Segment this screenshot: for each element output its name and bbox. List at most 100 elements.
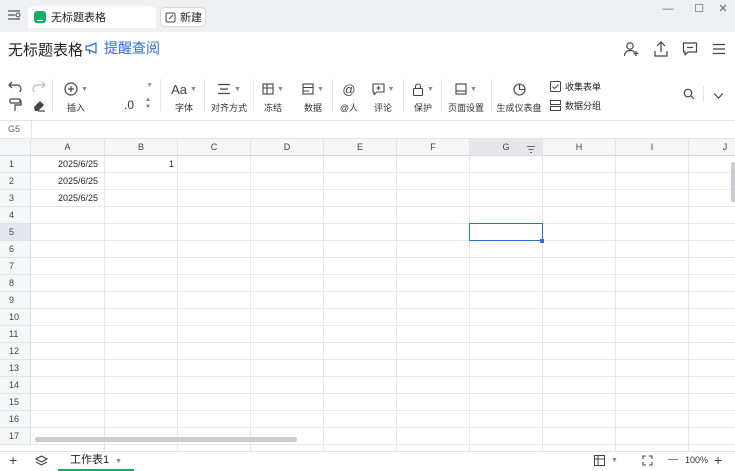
column-header-j[interactable]: J [689,139,735,156]
plus-circle-icon: ▼ [64,80,88,98]
spreadsheet-grid[interactable]: ABCDEFGHIJ 1 2 3 4 5 6 7 8 9 10 11 12 13 14 15 16 17 202… [0,139,735,451]
cell-a3[interactable]: 2025/6/25 [58,190,98,207]
protect-label: 保护 [413,103,432,113]
fill-handle[interactable] [540,239,544,243]
share-icon[interactable] [652,40,670,58]
column-header-a[interactable]: A [31,139,105,156]
sidebar-toggle-icon[interactable] [7,9,21,21]
row-header-12[interactable]: 12 [0,343,31,360]
document-title[interactable]: 无标题表格 [8,39,83,60]
row-header-10[interactable]: 10 [0,309,31,326]
row-header-14[interactable]: 14 [0,377,31,394]
menu-icon[interactable] [710,40,728,58]
insert-button[interactable]: ▼ 插入 [60,80,92,114]
collect-form-button[interactable]: 收集表单 [550,80,601,93]
mention-button[interactable]: @ @人 [336,80,362,114]
toolbar-divider [204,79,205,111]
sheet-tab-caret-icon: ▼ [115,458,123,465]
page-setup-button[interactable]: ▼ 页面设置 [446,80,486,114]
sheet-list-icon[interactable] [34,455,49,470]
add-collaborator-icon[interactable] [623,40,641,58]
row-header-11[interactable]: 11 [0,326,31,343]
collapse-toolbar-chevron-icon[interactable] [713,89,724,103]
column-header-i[interactable]: I [616,139,689,156]
zoom-level[interactable]: 100% [685,455,708,465]
close-button[interactable]: ✕ [711,2,735,16]
lock-icon: ▼ [412,80,434,98]
data-group-button[interactable]: 数据分组 [550,99,601,112]
row-header-4[interactable]: 4 [0,207,31,224]
row-gridline [31,291,735,292]
freeze-button[interactable]: ▼ 冻结 [258,80,288,114]
column-header-f[interactable]: F [397,139,470,156]
formula-input[interactable] [34,121,734,139]
column-gridline [177,156,178,451]
minimize-button[interactable]: — [656,2,680,16]
vertical-scrollbar[interactable] [731,162,735,202]
comments-icon[interactable] [681,40,699,58]
view-mode-caret-icon[interactable]: ▼ [611,457,618,464]
comment-button[interactable]: ▼ 评论 [369,80,397,114]
horizontal-scrollbar[interactable] [35,437,297,442]
row-gridline [31,308,735,309]
search-icon[interactable] [683,88,695,103]
cell-a2[interactable]: 2025/6/25 [58,173,98,190]
remind-review-label: 提醒查阅 [104,40,160,56]
freeze-grid-icon: ▼ [262,80,284,98]
zoom-out-button[interactable]: — [668,454,678,465]
tab-untitled-sheet[interactable]: 无标题表格 [28,6,156,28]
sheet-tab-1[interactable]: 工作表1 ▼ [58,452,134,471]
row-header-6[interactable]: 6 [0,241,31,258]
remind-review-button[interactable]: 提醒查阅 [84,38,160,58]
column-filter-icon[interactable] [526,143,536,157]
row-header-17[interactable]: 17 [0,428,31,445]
select-all-corner[interactable] [0,139,31,156]
column-header-e[interactable]: E [324,139,397,156]
row-header-9[interactable]: 9 [0,292,31,309]
row-header-13[interactable]: 13 [0,360,31,377]
dropdown-caret-icon: ▼ [146,82,153,89]
sheet-logo-icon [34,11,46,23]
eraser-icon[interactable] [32,98,46,115]
view-mode-icon[interactable] [594,455,605,469]
data-button[interactable]: ▼ 数据 [298,80,328,114]
protect-button[interactable]: ▼ 保护 [409,80,437,114]
redo-icon[interactable] [32,80,46,95]
column-header-c[interactable]: C [178,139,251,156]
row-header-3[interactable]: 3 [0,190,31,207]
generate-dashboard-button[interactable]: 生成仪表盘 [496,80,542,114]
undo-icon[interactable] [8,80,22,95]
at-icon: @ [342,81,356,97]
row-header-15[interactable]: 15 [0,394,31,411]
add-sheet-button[interactable]: + [9,452,17,469]
format-painter-icon[interactable] [8,98,22,115]
zoom-in-button[interactable]: + [714,452,722,469]
fullscreen-icon[interactable] [642,455,653,469]
column-gridline [688,156,689,451]
row-header-2[interactable]: 2 [0,173,31,190]
edit-icon [165,12,176,23]
new-tab-button[interactable]: 新建 [160,7,206,27]
cell-b1[interactable]: 1 [105,156,174,173]
row-header-7[interactable]: 7 [0,258,31,275]
row-header-1[interactable]: 1 [0,156,31,173]
toolbar-divider [52,79,53,111]
align-button[interactable]: ▼ 对齐方式 [209,80,249,114]
row-header-5[interactable]: 5 [0,224,31,241]
column-header-d[interactable]: D [251,139,324,156]
column-gridline [542,156,543,451]
column-header-b[interactable]: B [105,139,178,156]
align-icon: ▼ [217,80,241,98]
decimal-stepper[interactable]: ▲ ▼ [145,97,151,111]
maximize-button[interactable]: ☐ [687,2,711,16]
row-header-8[interactable]: 8 [0,275,31,292]
column-header-h[interactable]: H [543,139,616,156]
toolbar-divider [332,79,333,111]
cell-a1[interactable]: 2025/6/25 [58,156,98,173]
font-button[interactable]: Aa ▼ 字体 [168,80,200,114]
row-header-16[interactable]: 16 [0,411,31,428]
freeze-label: 冻结 [263,103,282,113]
generate-dashboard-label: 生成仪表盘 [496,103,542,113]
cell-reference[interactable]: G5 [8,124,20,134]
sheet-bar: + 工作表1 ▼ ▼ — 100% + [0,451,735,471]
